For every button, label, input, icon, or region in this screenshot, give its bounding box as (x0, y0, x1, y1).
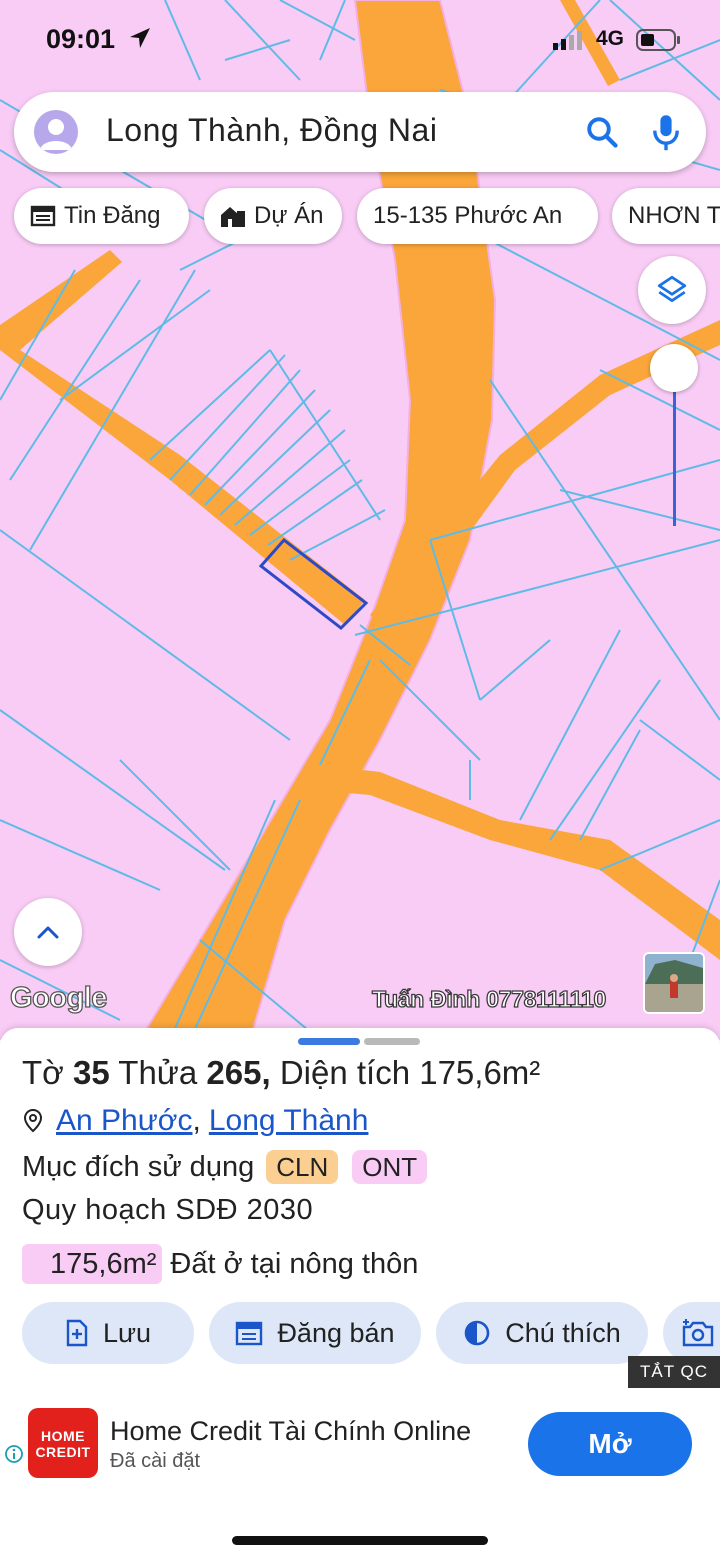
road-right-lower (315, 765, 720, 960)
chip-phuoc-an[interactable]: 15-135 Phước An (357, 188, 598, 244)
status-bar: 09:01 4G (0, 0, 720, 80)
parcel-label: Thửa (118, 1054, 198, 1091)
layers-icon (657, 275, 687, 303)
chip-tin-dang[interactable]: Tin Đăng (14, 188, 189, 244)
news-icon (30, 205, 56, 227)
plan-label: Quy hoạch SDĐ 2030 (22, 1194, 314, 1226)
legend-label: Chú thích (505, 1317, 621, 1348)
search-icon[interactable] (584, 114, 620, 150)
sheet-number: 35 (72, 1054, 110, 1091)
logo-text-credit: CREDIT (35, 1444, 91, 1460)
chevron-up-icon (37, 926, 59, 939)
search-input[interactable]: Long Thành, Đồng Nai (106, 112, 437, 149)
google-logo: Google (9, 981, 108, 1014)
signal-icon (553, 31, 582, 50)
status-time: 09:01 (46, 24, 116, 54)
contrast-icon (463, 1319, 491, 1347)
ad-title: Home Credit Tài Chính Online (110, 1416, 472, 1446)
watermark-text: Tuấn Đình 0778111110 (371, 985, 607, 1012)
chip-du-an[interactable]: Dự Án (204, 188, 342, 244)
filter-chips: Tin Đăng Dự Án 15-135 Phước An NHƠN T (14, 188, 720, 244)
expand-up-button[interactable] (14, 898, 82, 966)
parcel-info-sheet: Tờ 35 Thửa 265, Diện tích 175,6m² An Phư… (0, 1028, 720, 1388)
location-arrow-icon (130, 28, 150, 48)
plan-area-line: 175,6m² Đất ở tại nông thôn (22, 1244, 418, 1284)
chip-label: Tin Đăng (64, 202, 161, 229)
add-photo-icon (681, 1318, 715, 1348)
layers-button[interactable] (638, 256, 706, 324)
street-view-thumbnail[interactable] (643, 952, 705, 1014)
calendar-icon (235, 1320, 263, 1346)
chip-label: 15-135 Phước An (373, 202, 563, 229)
map-view[interactable]: 09:01 4G Long Thành, Đồng Nai Tin Đăng D… (0, 0, 720, 1040)
location-pin-icon (23, 1108, 43, 1133)
ad-subtitle: Đã cài đặt (110, 1450, 201, 1472)
search-bar[interactable]: Long Thành, Đồng Nai (14, 92, 706, 172)
legend-button[interactable]: Chú thích (436, 1302, 648, 1364)
purpose-label: Mục đích sử dụng (22, 1150, 255, 1183)
building-icon (220, 204, 246, 228)
ad-banner[interactable]: HOME CREDIT Home Credit Tài Chính Online… (0, 1388, 720, 1498)
chip-nhon[interactable]: NHƠN T (612, 188, 720, 244)
zoom-slider-track[interactable] (673, 370, 676, 526)
district-link[interactable]: Long Thành (209, 1104, 369, 1138)
plan-area-badge: 175,6m² (22, 1244, 163, 1284)
purpose-code-cln: CLN (266, 1150, 339, 1184)
add-photo-button[interactable] (663, 1302, 720, 1364)
open-app-button[interactable]: Mở (528, 1412, 692, 1476)
save-label: Lưu (102, 1317, 152, 1348)
action-buttons: Lưu Đăng bán Chú thích (0, 1302, 720, 1366)
sheet-label: Tờ (22, 1054, 64, 1091)
sheet-handle[interactable] (364, 1038, 420, 1045)
post-sale-label: Đăng bán (277, 1317, 395, 1348)
close-ad-button[interactable]: TẮT QC (628, 1356, 720, 1388)
home-credit-logo: HOME CREDIT (28, 1408, 98, 1478)
location-separator: , (192, 1104, 201, 1137)
network-type: 4G (596, 27, 625, 50)
user-icon (40, 119, 72, 150)
info-icon[interactable] (4, 1444, 24, 1464)
add-doc-icon (65, 1319, 89, 1347)
area-label: Diện tích 175,6m² (279, 1054, 541, 1091)
parcel-number: 265, (206, 1054, 271, 1091)
battery-icon (636, 29, 680, 51)
parcel-title: Tờ 35 Thửa 265, Diện tích 175,6m² (22, 1054, 540, 1092)
home-indicator[interactable] (232, 1536, 488, 1545)
ward-link[interactable]: An Phước (56, 1104, 192, 1138)
plan-description: Đất ở tại nông thôn (170, 1247, 419, 1280)
chip-label: NHƠN T (628, 202, 720, 229)
avatar[interactable] (34, 110, 78, 154)
chip-label: Dự Án (254, 202, 324, 229)
microphone-icon[interactable] (652, 112, 680, 152)
post-sale-button[interactable]: Đăng bán (209, 1302, 421, 1364)
save-button[interactable]: Lưu (22, 1302, 194, 1364)
logo-text-home: HOME (41, 1428, 85, 1444)
sheet-handle-active[interactable] (298, 1038, 360, 1045)
purpose-code-ont: ONT (352, 1150, 428, 1184)
zoom-slider-handle[interactable] (650, 344, 698, 392)
purpose-line: Mục đích sử dụng CLN ONT (22, 1150, 428, 1184)
location-line: An Phước , Long Thành (22, 1104, 368, 1138)
